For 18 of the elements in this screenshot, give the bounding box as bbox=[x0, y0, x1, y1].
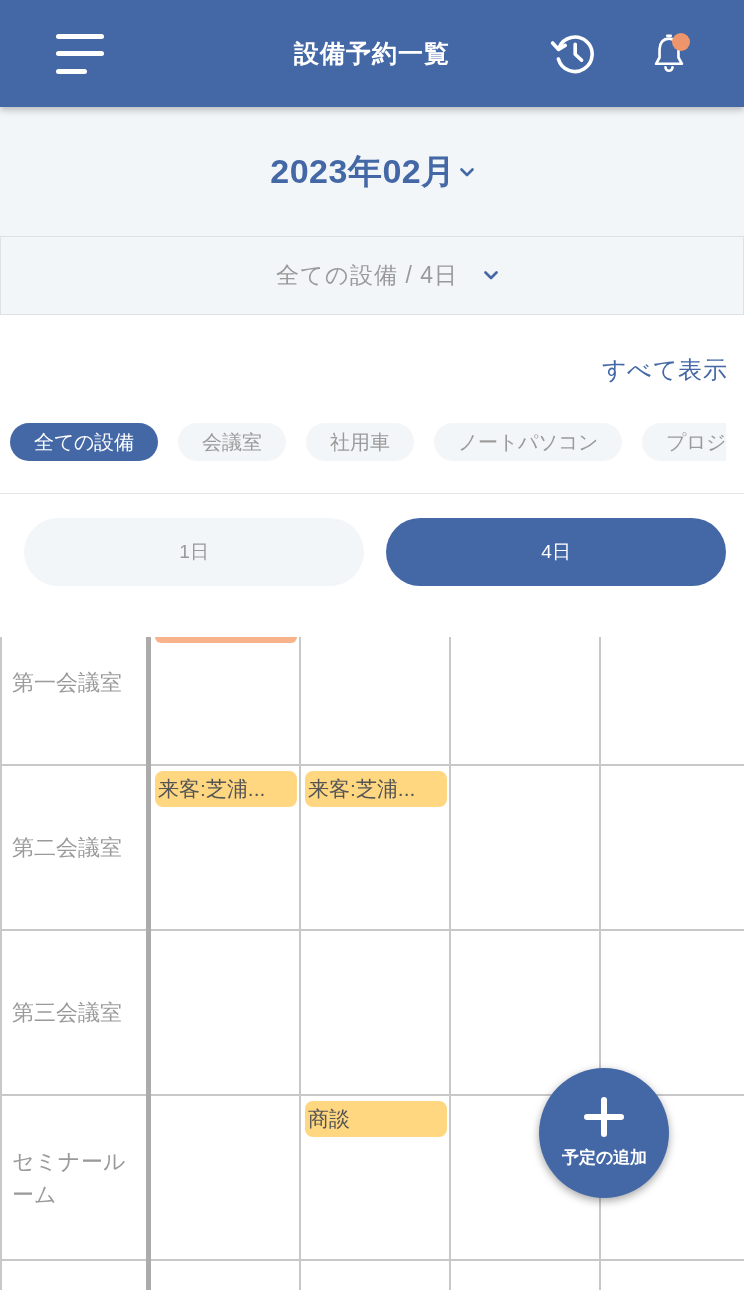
event-chip[interactable]: 来客:芝浦... bbox=[155, 771, 297, 807]
add-event-button[interactable]: 予定の追加 bbox=[539, 1068, 669, 1198]
resource-label: 第一会議室 bbox=[12, 669, 122, 697]
show-all-link[interactable]: すべて表示 bbox=[601, 354, 727, 386]
event-chip[interactable]: 来客:芝浦... bbox=[305, 771, 447, 807]
category-chip[interactable]: 全ての設備 bbox=[10, 423, 158, 461]
chevron-down-icon bbox=[484, 271, 498, 280]
view-range-tab[interactable]: 4日 bbox=[386, 518, 726, 586]
history-icon[interactable] bbox=[550, 32, 596, 75]
page-title: 設備予約一覧 bbox=[294, 38, 450, 69]
plus-icon bbox=[584, 1097, 624, 1137]
month-picker[interactable]: 2023年02月 bbox=[270, 148, 474, 195]
chevron-down-icon bbox=[459, 168, 474, 177]
resource-label: セミナールーム bbox=[12, 1147, 127, 1209]
resource-label: 第二会議室 bbox=[12, 834, 122, 862]
resource-label: 第三会議室 bbox=[12, 999, 122, 1027]
menu-icon[interactable] bbox=[56, 33, 104, 74]
event-chip[interactable]: 商談 bbox=[305, 1101, 447, 1137]
